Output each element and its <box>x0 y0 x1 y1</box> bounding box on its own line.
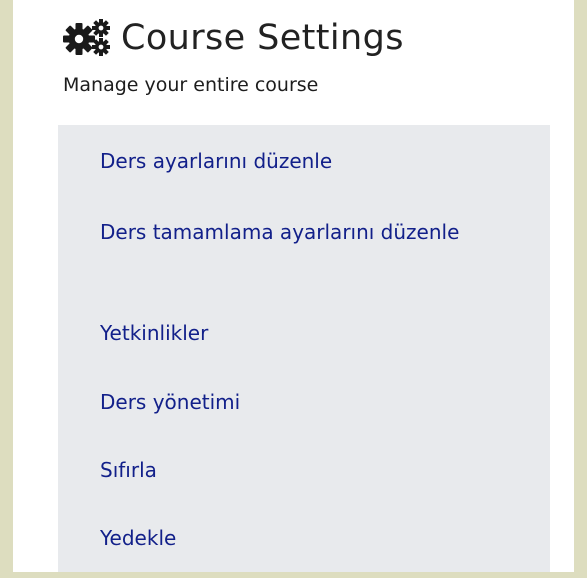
menu-item-edit-course-settings[interactable]: Ders ayarlarını düzenle <box>100 143 490 179</box>
menu-item-backup[interactable]: Yedekle <box>100 520 490 556</box>
menu-item-course-administration[interactable]: Ders yönetimi <box>100 384 490 420</box>
course-settings-header: Course Settings <box>63 12 404 64</box>
page-subtitle: Manage your entire course <box>63 74 319 96</box>
menu-item-edit-completion-settings[interactable]: Ders tamamlama ayarlarını düzenle <box>100 214 490 250</box>
course-settings-frame: Course Settings Manage your entire cours… <box>13 0 574 572</box>
gears-icon <box>63 19 110 56</box>
menu-item-reset[interactable]: Sıfırla <box>100 452 490 488</box>
course-settings-menu: Ders ayarlarını düzenle Ders tamamlama a… <box>58 125 550 572</box>
page-title: Course Settings <box>121 17 404 58</box>
menu-item-competencies[interactable]: Yetkinlikler <box>100 315 490 351</box>
